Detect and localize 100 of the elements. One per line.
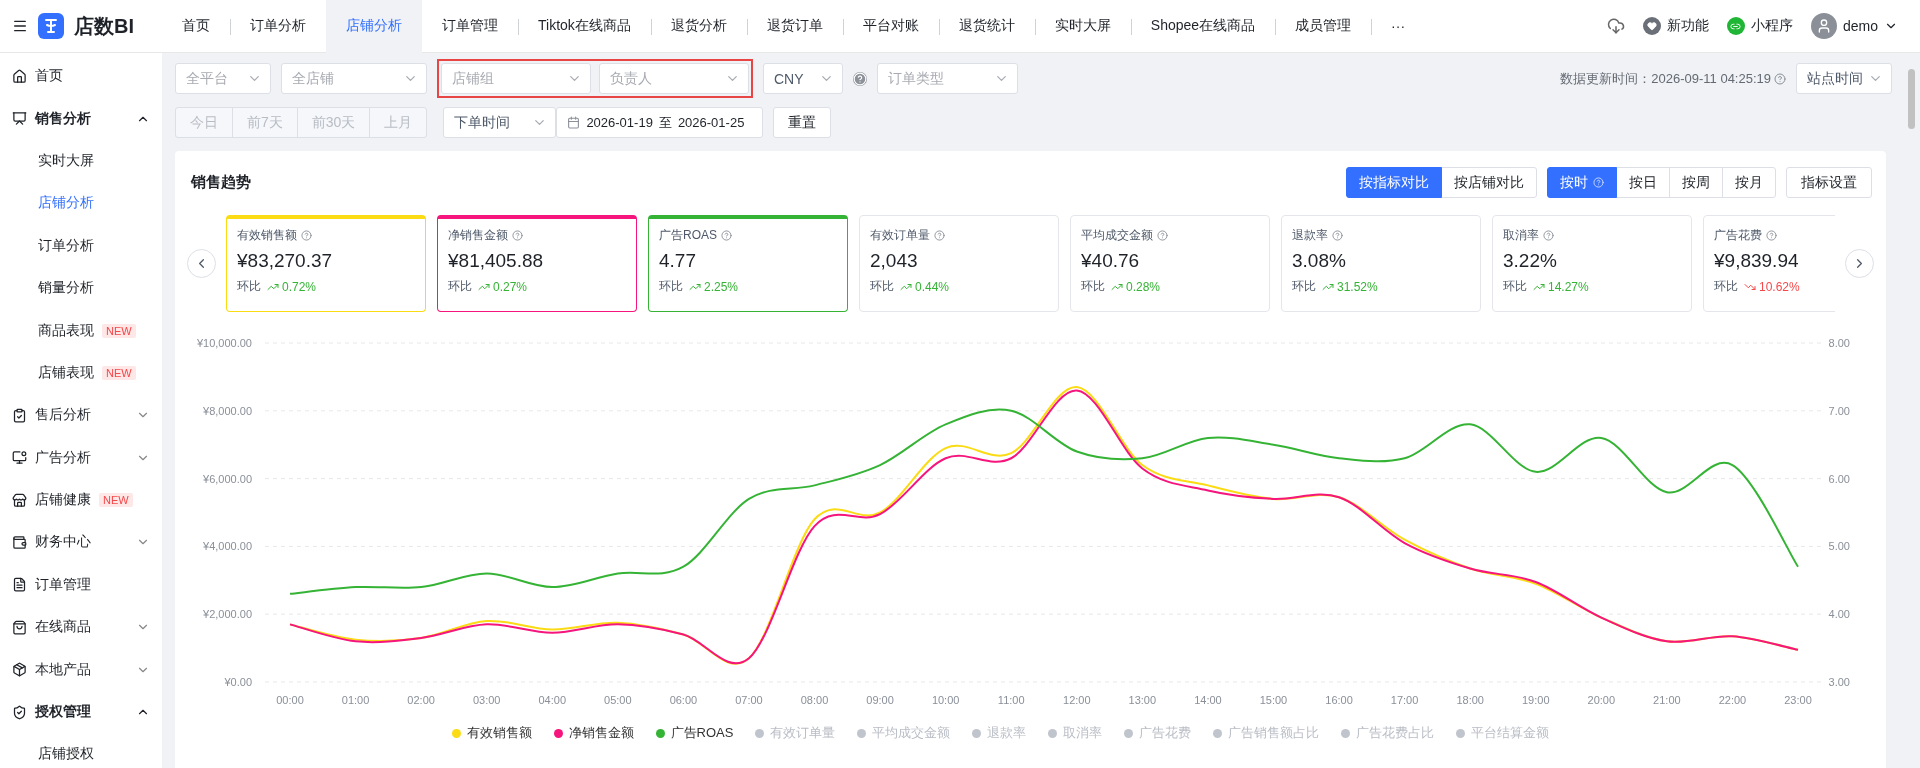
metric-card[interactable]: 取消率 3.22% 环比 14.27% [1492, 215, 1692, 312]
sidebar-subitem[interactable]: 订单分析 [0, 224, 162, 267]
download-icon[interactable] [1606, 17, 1625, 35]
sidebar-item[interactable]: 售后分析 [0, 394, 162, 437]
sidebar-subitem[interactable]: 店铺分析 [0, 182, 162, 225]
help-icon[interactable] [1766, 230, 1777, 241]
nav-tab[interactable]: 店铺分析 [326, 0, 422, 53]
nav-tab[interactable]: 首页 [162, 0, 230, 53]
metric-card[interactable]: 广告ROAS 4.77 环比 2.25% [648, 215, 848, 312]
nav-tab[interactable]: 订单管理 [422, 0, 518, 53]
date-range-field[interactable]: 2026-01-19 至 2026-01-25 [556, 107, 764, 138]
sidebar-item[interactable]: 店铺健康 NEW [0, 478, 162, 522]
range-separator: 至 [658, 113, 672, 132]
sidebar-item[interactable]: 本地产品 [0, 648, 162, 691]
help-icon[interactable] [512, 230, 523, 241]
nav-tab[interactable]: 平台对账 [842, 0, 939, 53]
user-name[interactable]: demo [1842, 18, 1878, 34]
sidebar-item[interactable]: 广告分析 [0, 436, 162, 479]
change-value: 10.62% [1759, 279, 1800, 294]
metric-label: 广告ROAS [659, 227, 717, 244]
axis-label: ¥4,000.00 [203, 540, 252, 553]
axis-label: 02:00 [407, 694, 435, 706]
nav-tab[interactable]: 订单分析 [230, 0, 326, 53]
sidebar-subitem[interactable]: 店铺授权 [0, 733, 162, 768]
change-value: 14.27% [1548, 279, 1589, 294]
metric-value: ¥81,405.88 [448, 250, 545, 272]
nav-tab[interactable]: 成员管理 [1275, 0, 1372, 53]
nav-tab[interactable]: 退货分析 [650, 0, 747, 53]
scrollbar-thumb[interactable] [1907, 69, 1915, 129]
change-value: 0.27% [493, 279, 528, 294]
sidebar-subitem[interactable]: 商品表现 NEW [0, 309, 162, 352]
sidebar-subitem[interactable]: 店铺表现 NEW [0, 351, 162, 395]
axis-label: 11:00 [997, 694, 1025, 706]
next-button[interactable] [1845, 249, 1874, 278]
granularity-tab[interactable]: 按月 [1722, 167, 1776, 198]
header-link[interactable]: 小程序 [1750, 17, 1793, 35]
change-label: 环比 [1714, 278, 1738, 295]
granularity-tab[interactable]: 按时 [1547, 167, 1617, 198]
axis-label: 20:00 [1587, 694, 1616, 706]
axis-label: 12:00 [1063, 694, 1091, 706]
metric-card[interactable]: 退款率 3.08% 环比 31.52% [1281, 215, 1481, 312]
axis-label: 5.00 [1828, 540, 1850, 553]
metric-card[interactable]: 有效销售额 ¥83,270.37 环比 0.72% [226, 215, 426, 312]
help-icon[interactable] [301, 230, 312, 241]
metric-value: 3.08% [1292, 250, 1347, 272]
menu-item-icon [12, 111, 27, 127]
nav-tab[interactable]: 实时大屏 [1034, 0, 1131, 53]
axis-label: 14:00 [1194, 694, 1222, 706]
avatar-icon[interactable] [1810, 13, 1837, 39]
axis-label: 6.00 [1828, 472, 1850, 485]
timezone-select[interactable]: 站点时间 [1796, 63, 1892, 94]
axis-label: 4.00 [1828, 608, 1850, 621]
axis-label: 23:00 [1784, 694, 1812, 706]
metric-card[interactable]: 平均成交金额 ¥40.76 环比 0.28% [1070, 215, 1270, 312]
help-icon[interactable] [934, 230, 945, 241]
currency-select[interactable]: CNY [763, 63, 843, 94]
legend-item[interactable]: 有效销售额 [451, 724, 532, 742]
sidebar-subitem[interactable]: 销量分析 [0, 266, 162, 310]
legend-item[interactable]: 净销售金额 [553, 724, 634, 742]
nav-tab[interactable]: 退货统计 [938, 0, 1035, 53]
metric-card[interactable]: 有效订单量 2,043 环比 0.44% [859, 215, 1059, 312]
sidebar-item[interactable]: 授权管理 [0, 690, 162, 734]
logo-text: 店数BI [74, 13, 134, 39]
sidebar-item[interactable]: 订单管理 [0, 563, 162, 607]
menu-icon[interactable] [12, 18, 28, 34]
axis-label: 03:00 [472, 694, 501, 706]
nav-tab[interactable]: Tiktok在线商品 [518, 0, 651, 53]
axis-label: ¥10,000.00 [196, 337, 252, 349]
sidebar-item[interactable]: 在线商品 [0, 606, 162, 649]
settings-button[interactable]: 指标设置 [1786, 167, 1872, 198]
legend-item[interactable]: 广告ROAS [655, 724, 734, 742]
change-value: 0.28% [1126, 279, 1161, 294]
metric-card[interactable]: 净销售金额 ¥81,405.88 环比 0.27% [437, 215, 637, 312]
sidebar-subitem[interactable]: 实时大屏 [0, 139, 162, 183]
change-label: 环比 [659, 278, 683, 295]
reset-button[interactable]: 重置 [773, 107, 832, 138]
help-icon[interactable] [1157, 230, 1168, 241]
sidebar-item[interactable]: 首页 [0, 55, 162, 98]
sidebar-item[interactable]: 财务中心 [0, 521, 162, 564]
help-icon[interactable] [1543, 230, 1554, 241]
new-badge: NEW [102, 365, 136, 380]
compare-tab[interactable]: 按指标对比 [1346, 167, 1442, 198]
end-date: 2026-01-25 [677, 115, 745, 130]
start-date: 2026-01-19 [586, 115, 653, 130]
granularity-tab[interactable]: 按日 [1616, 167, 1670, 198]
update-time: 数据更新时间：2026-09-11 04:25:19 [1560, 69, 1771, 88]
granularity-tab[interactable]: 按周 [1669, 167, 1723, 198]
help-icon[interactable] [721, 230, 732, 241]
compare-tab[interactable]: 按店铺对比 [1441, 167, 1537, 198]
nav-tab[interactable]: 退货订单 [746, 0, 843, 53]
more-tab[interactable]: ··· [1371, 0, 1426, 53]
header-link[interactable]: 新功能 [1666, 17, 1709, 35]
legend-dot [1213, 728, 1223, 738]
previous-button[interactable] [187, 249, 216, 278]
help-icon[interactable] [1332, 230, 1343, 241]
date-type-select[interactable]: 下单时间 [443, 107, 557, 138]
sidebar-item[interactable]: 销售分析 [0, 97, 162, 140]
axis-label: 08:00 [800, 694, 829, 706]
help-icon[interactable] [1774, 72, 1786, 85]
nav-tab[interactable]: Shopee在线商品 [1130, 0, 1276, 53]
